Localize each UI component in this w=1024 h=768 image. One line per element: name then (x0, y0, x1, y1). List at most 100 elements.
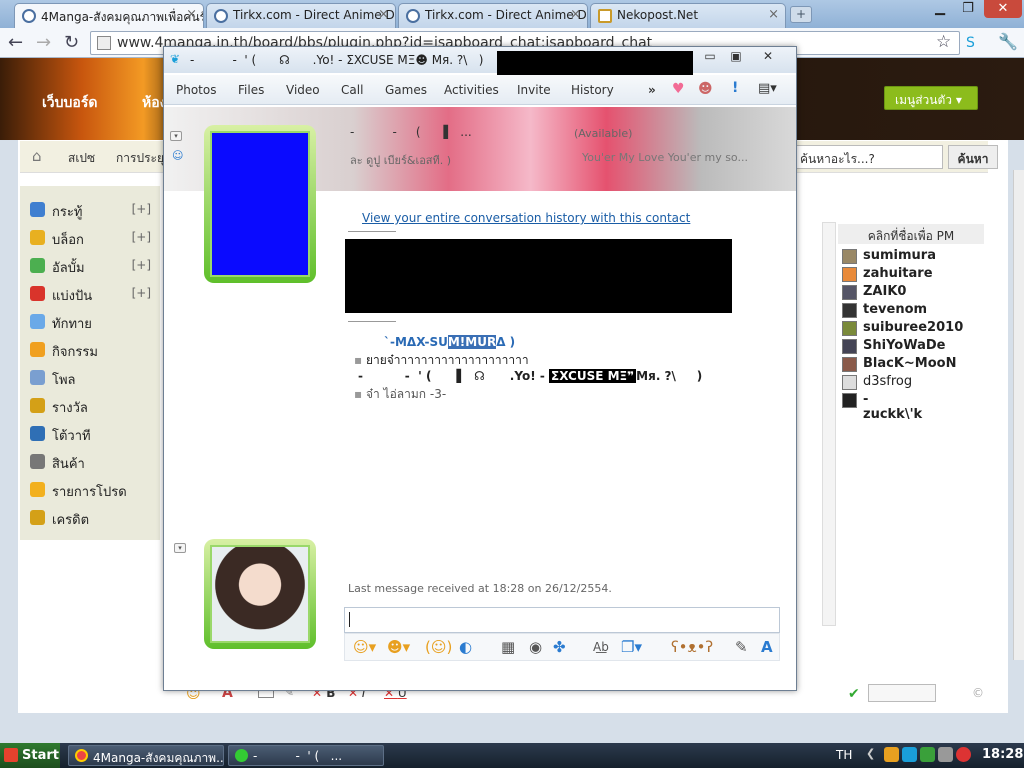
spellcheck-icon[interactable]: A͟b (593, 640, 609, 654)
sidebar-item-shop[interactable]: สินค้า (30, 452, 155, 474)
expand-toggle[interactable]: [+] (132, 258, 151, 272)
tab-tirkx-1[interactable]: Tirkx.com - Direct Anime Down × (206, 3, 396, 28)
close-window-button[interactable]: ✕ (984, 0, 1022, 18)
sidebar-item-greet[interactable]: ทักทาย (30, 312, 155, 334)
reload-button[interactable]: ↻ (64, 32, 79, 53)
face-icon[interactable]: ☻ (698, 81, 713, 97)
tray-expand-icon[interactable]: ❮ (866, 747, 881, 762)
sidebar-item-debate[interactable]: โต้วาที (30, 424, 155, 446)
close-icon[interactable]: × (186, 7, 197, 22)
sidebar-item-share[interactable]: แบ่งปัน [+] (30, 284, 155, 306)
sidebar-item-album[interactable]: อัลบั้ม [+] (30, 256, 155, 278)
search-button[interactable]: ค้นหา (948, 145, 998, 169)
nudge-icon[interactable]: ◐ (459, 638, 472, 656)
checkmark-icon[interactable]: ✔ (848, 686, 860, 702)
sidebar-item-favorites[interactable]: รายการโปรด (30, 480, 155, 502)
sidebar-item-label: รายการโปรด (52, 485, 127, 500)
wink-icon[interactable]: ☻▾ (387, 638, 410, 656)
sidebar-item-reward[interactable]: รางวัล (30, 396, 155, 418)
start-label: Start (22, 748, 59, 763)
threads-icon (30, 202, 45, 217)
skype-tray-icon[interactable] (902, 747, 917, 762)
bullet: ▪ (354, 353, 366, 367)
bear-icon[interactable]: ʕ•ᴥ•ʔ (671, 638, 713, 656)
search-input[interactable]: ค้นหาอะไร...? (795, 145, 943, 169)
camera-icon[interactable]: ◉ (529, 638, 542, 656)
close-icon[interactable]: × (378, 7, 389, 22)
menu-games[interactable]: Games (385, 83, 427, 97)
forward-button[interactable]: → (36, 32, 51, 53)
maximize-button[interactable]: ▣ (724, 49, 748, 65)
start-button[interactable]: Start (0, 743, 60, 768)
menu-call[interactable]: Call (341, 83, 363, 97)
emoticon-flash-icon[interactable]: (☺) (425, 638, 452, 656)
menu-files[interactable]: Files (238, 83, 264, 97)
bookmark-star-icon[interactable]: ☆ (936, 32, 951, 52)
collapse-icon[interactable]: ▾ (174, 543, 186, 553)
menu-invite[interactable]: Invite (517, 83, 551, 97)
expand-toggle[interactable]: [+] (132, 202, 151, 216)
home-icon[interactable]: ⌂ (32, 147, 42, 165)
wrench-icon[interactable]: 🔧 (998, 32, 1018, 51)
pm-user-list: คลิกที่ชื่อเพื่อ PM sumimura zahuitare Z… (838, 222, 984, 642)
language-indicator[interactable]: TH (836, 748, 852, 762)
pm-user-name: suiburee2010 (863, 320, 964, 335)
grid-icon[interactable]: ▦ (501, 638, 515, 656)
captcha-box[interactable] (868, 684, 936, 702)
menu-photos[interactable]: Photos (176, 83, 216, 97)
alert-icon[interactable] (956, 747, 971, 762)
member-menu-button[interactable]: เมนูส่วนตัว ▾ (884, 86, 978, 110)
sidebar-item-threads[interactable]: กระทู้ [+] (30, 200, 155, 222)
volume-icon[interactable] (938, 747, 953, 762)
font-icon[interactable]: A (761, 638, 773, 656)
menu-history[interactable]: History (571, 83, 614, 97)
menu-video[interactable]: Video (286, 83, 320, 97)
window-options-icon[interactable]: ▤▾ (758, 81, 777, 96)
redacted-area (345, 239, 732, 313)
menu-activities[interactable]: Activities (444, 83, 499, 97)
expand-toggle[interactable]: [+] (132, 286, 151, 300)
pen-icon[interactable]: ✎ (735, 638, 748, 656)
collapse-icon[interactable]: ▾ (170, 131, 182, 141)
network-icon[interactable] (920, 747, 935, 762)
puzzle-icon[interactable]: ✤ (553, 638, 566, 656)
tab-label: 4Manga-สังคมคุณภาพเพื่อคนรัก (41, 10, 204, 24)
message-input[interactable] (344, 607, 780, 633)
chat-scrollbar[interactable] (822, 222, 836, 626)
sidebar-item-poll[interactable]: โพล (30, 368, 155, 390)
message-sender: `-MΔX-SUM!MURΔ ) (384, 335, 515, 349)
share-icon (30, 286, 45, 301)
heart-icon[interactable]: ♥ (672, 81, 685, 97)
share-screen-icon[interactable]: ❐▾ (621, 638, 642, 656)
taskbar-item-browser[interactable]: 4Manga-สังคมคุณภาพ... (68, 745, 224, 766)
shield-icon[interactable] (884, 747, 899, 762)
emoticon-icon[interactable]: ☺▾ (353, 638, 376, 656)
expand-toggle[interactable]: [+] (132, 230, 151, 244)
close-button[interactable]: ✕ (756, 49, 780, 65)
sidebar-item-activity[interactable]: กิจกรรม (30, 340, 155, 362)
new-tab-button[interactable]: + (790, 6, 812, 23)
pm-user-name: ZAIK0 (863, 284, 907, 299)
page-scrollbar[interactable] (1013, 170, 1024, 660)
skype-icon[interactable]: S (966, 35, 975, 51)
menu-more[interactable]: » (648, 83, 656, 97)
contact-icon[interactable]: ☺ (172, 149, 183, 162)
nav-webboard[interactable]: เว็บบอร์ด (42, 92, 97, 114)
minimize-button[interactable]: ▭ (698, 49, 722, 65)
close-icon[interactable]: × (768, 7, 779, 22)
breadcrumb-space[interactable]: สเปซ (68, 149, 95, 168)
close-icon[interactable]: × (570, 7, 581, 22)
minimize-button[interactable]: ▁ (926, 0, 954, 18)
maximize-button[interactable]: ❐ (954, 0, 982, 18)
taskbar-item-skype[interactable]: - - ' ( ... (228, 745, 384, 766)
sidebar-item-credit[interactable]: เครดิต (30, 508, 155, 530)
back-button[interactable]: ← (8, 32, 23, 53)
tab-4manga[interactable]: 4Manga-สังคมคุณภาพเพื่อคนรัก × (14, 3, 204, 29)
tab-tirkx-2[interactable]: Tirkx.com - Direct Anime Down × (398, 3, 588, 28)
avatar (842, 321, 857, 336)
tab-nekopost[interactable]: Nekopost.Net × (590, 3, 786, 28)
conversation-history-link[interactable]: View your entire conversation history wi… (362, 211, 690, 225)
clock-time: 18:28 (982, 747, 1024, 762)
sidebar-item-blog[interactable]: บล็อก [+] (30, 228, 155, 250)
alert-icon[interactable]: ! (732, 80, 738, 96)
